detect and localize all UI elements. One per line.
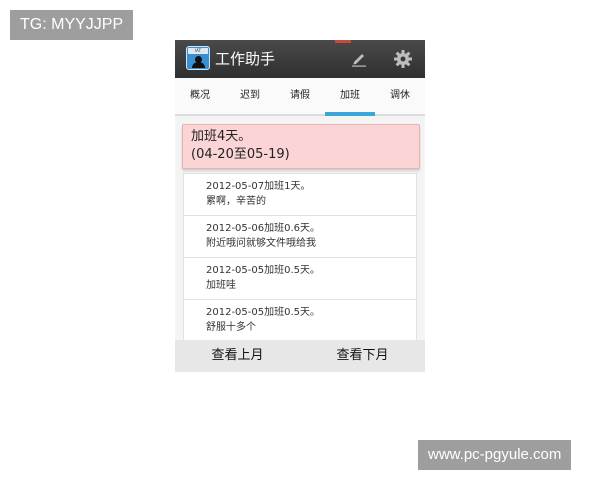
tab-late[interactable]: 迟到 — [225, 78, 275, 114]
person-icon-body — [192, 62, 205, 68]
phone-screen: IAT 工作助手 概况 迟到 请假 加班 调休 加班4天。 (04-20至05-… — [175, 40, 425, 372]
next-month-button[interactable]: 查看下月 — [300, 340, 425, 372]
app-icon: IAT — [186, 46, 210, 70]
prev-month-button[interactable]: 查看上月 — [175, 340, 300, 372]
tab-bar: 概况 迟到 请假 加班 调休 — [175, 78, 425, 116]
tab-overview[interactable]: 概况 — [175, 78, 225, 114]
record-note: 累啊，辛苦的 — [206, 196, 266, 207]
list-item[interactable]: 2012-05-05加班0.5天。 舒服十多个 — [183, 300, 417, 342]
gear-icon[interactable] — [393, 49, 413, 69]
list-item[interactable]: 2012-05-05加班0.5天。 加班哇 — [183, 258, 417, 300]
record-note: 舒服十多个 — [206, 322, 256, 333]
app-title: 工作助手 — [215, 50, 276, 68]
record-date: 2012-05-05加班0.5天。 — [206, 307, 321, 318]
status-indicator — [335, 40, 351, 43]
app-icon-tag: IAT — [188, 48, 208, 54]
record-date: 2012-05-06加班0.6天。 — [206, 223, 321, 234]
bottom-bar: 查看上月 查看下月 — [175, 340, 425, 372]
summary-total: 加班4天。 — [191, 129, 252, 144]
title-bar: IAT 工作助手 — [175, 40, 425, 78]
record-note: 附近哦问就够文件哦给我 — [206, 238, 316, 249]
list-item[interactable]: 2012-05-06加班0.6天。 附近哦问就够文件哦给我 — [183, 216, 417, 258]
overtime-list: 2012-05-07加班1天。 累啊，辛苦的 2012-05-06加班0.6天。… — [183, 173, 417, 342]
list-item[interactable]: 2012-05-07加班1天。 累啊，辛苦的 — [183, 173, 417, 216]
tab-leave[interactable]: 请假 — [275, 78, 325, 114]
watermark-bottom-right: www.pc-pgyule.com — [418, 440, 572, 470]
tab-overtime[interactable]: 加班 — [325, 78, 375, 116]
record-date: 2012-05-07加班1天。 — [206, 181, 311, 192]
edit-icon[interactable] — [350, 50, 368, 68]
record-date: 2012-05-05加班0.5天。 — [206, 265, 321, 276]
record-note: 加班哇 — [206, 280, 236, 291]
overtime-summary: 加班4天。 (04-20至05-19) — [182, 124, 420, 169]
tab-time-off[interactable]: 调休 — [375, 78, 425, 114]
watermark-top-left: TG: MYYJJPP — [10, 10, 134, 40]
summary-range: (04-20至05-19) — [191, 147, 290, 162]
